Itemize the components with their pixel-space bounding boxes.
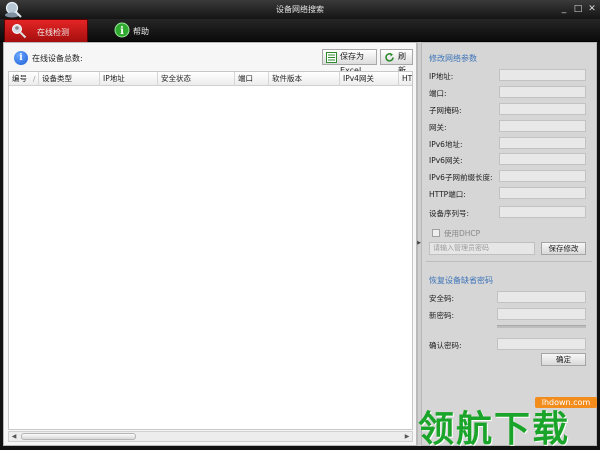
device-serial-label: 设备序列号: <box>429 209 470 218</box>
window-title: 设备网络搜索 <box>276 5 324 14</box>
title-bar: 设备网络搜索 _ □ ✕ <box>0 0 600 19</box>
network-params-panel: 修改网络参数 IP地址: 端口: 子网掩码: 网关: IPv6地址: IPv6网… <box>421 42 597 446</box>
column-header-number[interactable]: 编号 / <box>9 72 39 86</box>
tab-online-label: 在线检测 <box>37 28 69 37</box>
table-header: 编号/ 设备类型 IP地址 安全状态 端口 软件版本 IPv4网关 HTT <box>9 72 412 86</box>
column-header-software-version[interactable]: 软件版本 <box>269 72 340 86</box>
column-header-port[interactable]: 端口 <box>235 72 269 86</box>
security-code-field[interactable] <box>497 291 586 303</box>
column-header-http[interactable]: HTT <box>399 72 412 86</box>
maximize-button[interactable]: □ <box>572 3 584 15</box>
port-field[interactable] <box>499 86 586 98</box>
tab-help-label: 帮助 <box>133 27 149 36</box>
new-password-label: 新密码: <box>429 311 455 320</box>
device-table[interactable]: 编号/ 设备类型 IP地址 安全状态 端口 软件版本 IPv4网关 HTT <box>8 71 413 430</box>
dhcp-checkbox[interactable] <box>432 229 440 237</box>
confirm-password-field[interactable] <box>497 338 586 350</box>
modify-network-params-title: 修改网络参数 <box>429 54 477 63</box>
security-code-label: 安全码: <box>429 294 455 303</box>
column-header-device-type[interactable]: 设备类型 <box>39 72 100 86</box>
ipv6-gateway-field[interactable] <box>499 153 586 165</box>
ip-address-label: IP地址: <box>429 72 454 81</box>
password-strength-bar <box>497 325 586 328</box>
gateway-label: 网关: <box>429 123 447 132</box>
scrollbar-thumb[interactable] <box>21 433 136 440</box>
tab-help[interactable]: i 帮助 <box>110 19 170 42</box>
search-person-icon <box>12 24 27 39</box>
new-password-field[interactable] <box>497 308 586 320</box>
gateway-field[interactable] <box>499 120 586 132</box>
confirm-button[interactable]: 确定 <box>541 353 586 366</box>
ipv6-address-field[interactable] <box>499 137 586 149</box>
admin-password-input[interactable]: 请输入管理员密码 <box>429 242 535 255</box>
tab-bar: 在线检测 i 帮助 <box>0 19 600 42</box>
section-divider <box>426 261 592 262</box>
ipv6-gateway-label: IPv6网关: <box>429 156 463 165</box>
info-circle-icon: i <box>14 51 28 65</box>
column-header-security-status[interactable]: 安全状态 <box>158 72 235 86</box>
column-header-ipv4-gateway[interactable]: IPv4网关 <box>340 72 399 86</box>
close-button[interactable]: ✕ <box>586 3 598 15</box>
scroll-right-arrow-icon[interactable]: ▶ <box>402 432 412 441</box>
device-serial-field[interactable] <box>499 206 586 218</box>
refresh-icon <box>385 53 394 62</box>
ip-address-field[interactable] <box>499 69 586 81</box>
info-icon: i <box>114 22 130 38</box>
column-header-ip-address[interactable]: IP地址 <box>100 72 158 86</box>
port-label: 端口: <box>429 89 447 98</box>
export-excel-button[interactable]: 保存为Excel <box>322 49 377 75</box>
ipv6-prefix-length-label: IPv6子网前缀长度: <box>429 173 493 182</box>
save-changes-button[interactable]: 保存修改 <box>541 242 586 255</box>
http-port-field[interactable] <box>499 187 586 199</box>
svg-text:i: i <box>120 26 124 37</box>
horizontal-scrollbar[interactable]: ◀ ▶ <box>8 431 413 442</box>
device-list-panel: i 在线设备总数: 保存为Excel 刷新 编号/ 设备类型 IP地址 安全状态… <box>3 42 417 446</box>
minimize-button[interactable]: _ <box>558 3 570 15</box>
excel-icon <box>326 52 337 63</box>
ipv6-prefix-length-field[interactable] <box>499 170 586 182</box>
confirm-password-label: 确认密码: <box>429 341 462 350</box>
restore-default-password-title: 恢复设备缺省密码 <box>429 276 493 285</box>
dhcp-label: 使用DHCP <box>444 229 481 238</box>
http-port-label: HTTP端口: <box>429 190 466 199</box>
watermark-site-badge: lhdown.com <box>535 397 597 408</box>
subnet-mask-field[interactable] <box>499 103 586 115</box>
sort-indicator: / <box>33 75 36 83</box>
scroll-left-arrow-icon[interactable]: ◀ <box>9 432 19 441</box>
online-device-count-label: 在线设备总数: <box>32 54 83 63</box>
subnet-mask-label: 子网掩码: <box>429 106 462 115</box>
refresh-button[interactable]: 刷新 <box>380 49 413 75</box>
ipv6-address-label: IPv6地址: <box>429 140 463 149</box>
tab-online-detection[interactable]: 在线检测 <box>4 19 88 42</box>
